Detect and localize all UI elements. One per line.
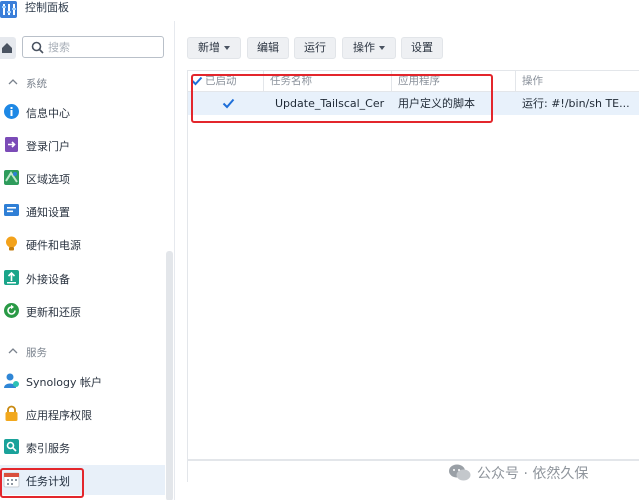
group-header-system[interactable]: 系统: [0, 73, 165, 93]
table-header: 已启动 任务名称 应用程序 操作: [188, 71, 639, 92]
sidebar-item-external-devices[interactable]: 外接设备: [0, 263, 165, 293]
group-label: 系统: [26, 78, 47, 90]
column-header-label: 任务名称: [270, 75, 312, 87]
enabled-check-icon[interactable]: [222, 97, 235, 110]
sidebar-item-label: Synology 帐户: [26, 376, 102, 389]
run-button-label: 运行: [304, 41, 326, 54]
title-bar: 控制面板: [0, 0, 639, 20]
chevron-up-icon: [8, 348, 18, 354]
column-header-task-name[interactable]: 任务名称: [264, 71, 392, 92]
bulb-icon: [6, 236, 17, 251]
sidebar-item-label: 索引服务: [26, 442, 70, 455]
search-input[interactable]: [48, 39, 158, 55]
column-header-label: 操作: [522, 75, 543, 87]
enabled-cell[interactable]: [188, 92, 264, 115]
chevron-up-icon: [8, 79, 18, 85]
column-header-application[interactable]: 应用程序: [392, 71, 516, 92]
task-name-cell: Update_Tailscal_Cer: [275, 97, 385, 110]
main-panel: 新增 编辑 运行 操作 设置 已启动 任务名称 应用程序 操作 Update_T…: [176, 21, 639, 500]
group-header-services[interactable]: 服务: [0, 342, 165, 362]
action-button-label: 操作: [353, 41, 375, 54]
sidebar: 系统 信息中心 登录门户 区域选项 通知设置: [0, 21, 175, 500]
home-icon: [2, 43, 12, 53]
sidebar-item-label: 应用程序权限: [26, 409, 92, 422]
account-icon: [4, 373, 19, 388]
sidebar-item-indexing-service[interactable]: 索引服务: [0, 432, 165, 462]
group-label: 服务: [26, 347, 47, 359]
external-device-icon: [4, 270, 19, 285]
update-icon: [4, 303, 19, 318]
settings-button[interactable]: 设置: [401, 37, 443, 59]
sidebar-item-label: 硬件和电源: [26, 239, 81, 252]
create-button[interactable]: 新增: [187, 37, 241, 59]
sidebar-scrollbar[interactable]: [166, 251, 173, 500]
sidebar-item-label: 任务计划: [26, 475, 70, 488]
sidebar-item-synology-account[interactable]: Synology 帐户: [0, 366, 165, 396]
search-field[interactable]: [22, 36, 164, 58]
edit-button[interactable]: 编辑: [247, 37, 289, 59]
edit-button-label: 编辑: [257, 41, 279, 54]
sidebar-item-region-options[interactable]: 区域选项: [0, 163, 165, 193]
lock-icon: [5, 405, 18, 421]
watermark-text: 公众号 · 依然久保: [477, 466, 589, 482]
sidebar-item-label: 通知设置: [26, 206, 70, 219]
calendar-icon: [3, 472, 20, 488]
sidebar-item-info-center[interactable]: 信息中心: [0, 97, 165, 127]
run-button[interactable]: 运行: [294, 37, 336, 59]
notification-icon: [4, 204, 19, 216]
wechat-icon: [449, 464, 471, 481]
index-service-icon: [4, 439, 19, 454]
select-all-check-icon[interactable]: [191, 75, 203, 87]
home-button[interactable]: [0, 37, 16, 59]
column-header-label: 应用程序: [398, 75, 440, 87]
sidebar-item-update-restore[interactable]: 更新和还原: [0, 296, 165, 326]
action-cell: 运行: #!/bin/sh TE...: [522, 97, 630, 110]
column-header-action[interactable]: 操作: [516, 71, 639, 92]
sidebar-item-label: 区域选项: [26, 173, 70, 186]
dropdown-caret-icon: [224, 46, 230, 50]
window-title: 控制面板: [25, 1, 69, 14]
column-header-label: 已启动: [205, 75, 237, 87]
info-icon: [4, 104, 19, 119]
sidebar-item-label: 外接设备: [26, 273, 70, 286]
sidebar-item-label: 登录门户: [26, 140, 70, 153]
login-portal-icon: [5, 137, 18, 152]
sidebar-item-hardware-power[interactable]: 硬件和电源: [0, 229, 165, 259]
application-cell: 用户定义的脚本: [398, 97, 475, 110]
settings-button-label: 设置: [411, 41, 433, 54]
region-icon: [4, 170, 19, 185]
dropdown-caret-icon: [379, 46, 385, 50]
sidebar-item-notification-settings[interactable]: 通知设置: [0, 196, 165, 226]
sidebar-item-app-privileges[interactable]: 应用程序权限: [0, 399, 165, 429]
sidebar-item-label: 信息中心: [26, 107, 70, 120]
column-header-enabled[interactable]: 已启动: [188, 71, 264, 92]
table-row[interactable]: Update_Tailscal_Cer 用户定义的脚本 运行: #!/bin/s…: [188, 92, 639, 115]
sidebar-item-task-scheduler[interactable]: 任务计划: [0, 465, 165, 495]
sidebar-item-login-portal[interactable]: 登录门户: [0, 130, 165, 160]
create-button-label: 新增: [198, 41, 220, 54]
search-icon: [31, 41, 44, 54]
task-table: 已启动 任务名称 应用程序 操作 Update_Tailscal_Cer 用户定…: [187, 70, 639, 460]
sidebar-item-label: 更新和还原: [26, 306, 81, 319]
control-panel-icon: [0, 1, 17, 18]
action-button[interactable]: 操作: [342, 37, 396, 59]
